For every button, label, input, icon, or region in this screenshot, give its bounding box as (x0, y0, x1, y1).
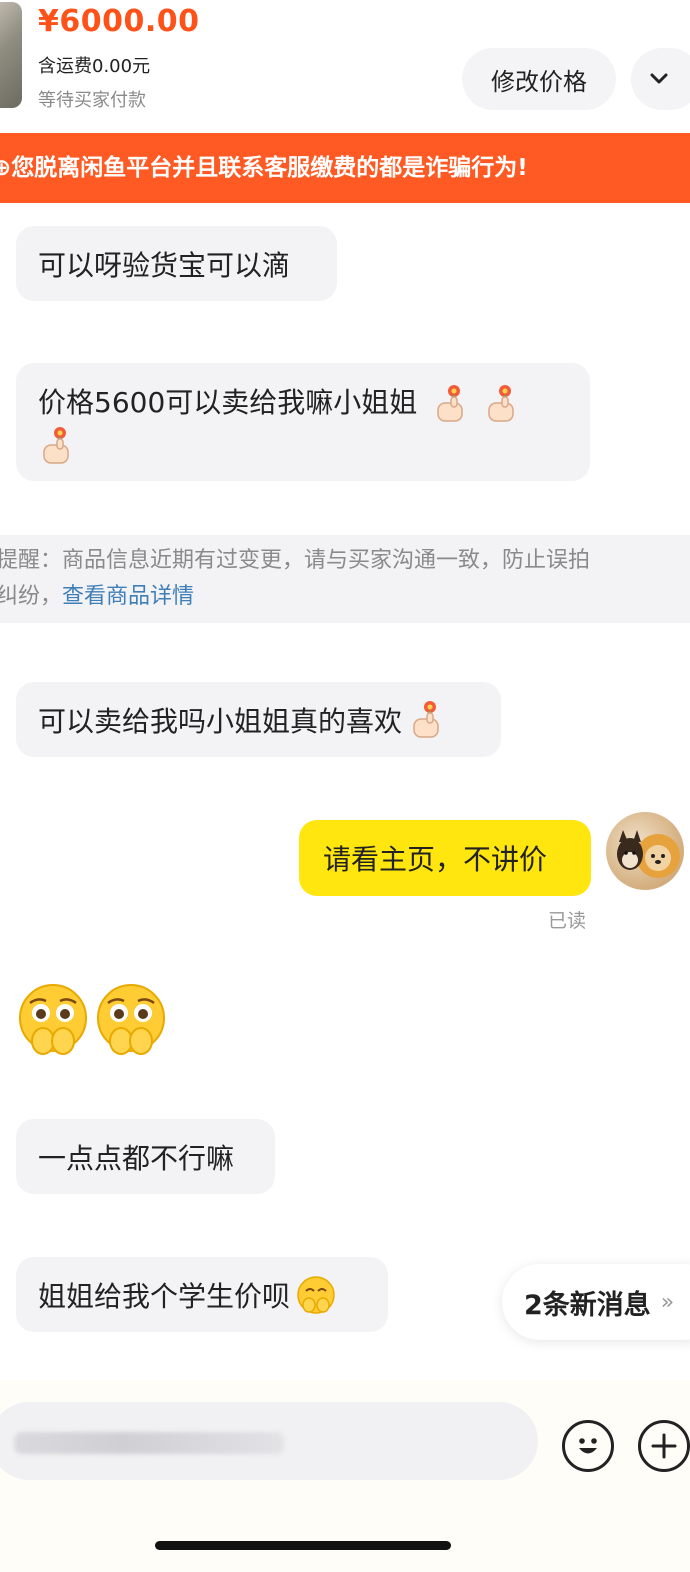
emoji-button[interactable] (562, 1420, 614, 1472)
blurred-input-text (14, 1432, 284, 1454)
product-thumbnail[interactable] (0, 2, 22, 108)
message-bubble[interactable]: 一点点都不行嘛 (16, 1119, 275, 1194)
message-text: 价格5600可以卖给我嘛小姐姐 (38, 386, 418, 419)
new-messages-button[interactable]: 2条新消息 » (502, 1264, 690, 1340)
message-bubble[interactable]: 可以卖给我吗小姐姐真的喜欢 (16, 682, 501, 757)
thumb-flower-emoji (413, 700, 439, 738)
hint-line: 纠纷，查看商品详情 (0, 579, 194, 615)
product-change-hint: 提醒：商品信息近期有过变更，请与买家沟通一致，防止误拍 纠纷，查看商品详情 (0, 535, 690, 623)
chevron-down-icon (650, 73, 668, 84)
thumb-flower-emoji (43, 427, 69, 464)
hint-text: 纠纷， (0, 584, 63, 609)
thumb-flower-emoji (488, 385, 514, 422)
fraud-warning-text: ⊕您脱离闲鱼平台并且联系客服缴费的都是诈骗行为! (0, 155, 528, 181)
double-chevron-down-icon: » (660, 1289, 675, 1315)
new-messages-label: 2条新消息 (524, 1289, 651, 1321)
plus-button[interactable] (638, 1420, 690, 1472)
smiley-icon (579, 1438, 597, 1454)
order-header: ¥6000.00 含运费0.00元 等待买家付款 修改价格 (0, 0, 690, 132)
view-product-details-link[interactable]: 查看商品详情 (62, 584, 194, 609)
modify-price-button[interactable]: 修改价格 (462, 48, 616, 110)
read-receipt: 已读 (548, 910, 587, 932)
shy-face-emoji (19, 984, 87, 1055)
message-text: 姐姐给我个学生价呗 (38, 1279, 291, 1313)
order-price: ¥6000.00 (38, 4, 200, 39)
expand-button[interactable] (631, 48, 690, 110)
message-bubble[interactable]: 可以呀验货宝可以滴 (16, 226, 337, 301)
thumb-flower-emoji (437, 385, 463, 422)
message-text: 请看主页，不讲价 (323, 843, 548, 876)
shy-face-emoji (297, 1275, 335, 1314)
message-bubble[interactable]: 姐姐给我个学生价呗 (16, 1257, 388, 1332)
home-indicator (155, 1541, 451, 1550)
fraud-warning-banner: ⊕您脱离闲鱼平台并且联系客服缴费的都是诈骗行为! (0, 133, 690, 203)
avatar[interactable] (606, 812, 684, 890)
message-text: 可以卖给我吗小姐姐真的喜欢 (38, 704, 403, 738)
message-text: 一点点都不行嘛 (38, 1141, 235, 1175)
order-status: 等待买家付款 (38, 90, 146, 111)
hint-line: 提醒：商品信息近期有过变更，请与买家沟通一致，防止误拍 (0, 548, 591, 573)
message-text: 可以呀验货宝可以滴 (38, 248, 291, 282)
shy-face-emoji (97, 984, 165, 1055)
shipping-fee: 含运费0.00元 (38, 56, 151, 77)
my-message-bubble[interactable]: 请看主页，不讲价 (299, 820, 591, 896)
message-bubble[interactable]: 价格5600可以卖给我嘛小姐姐 (16, 363, 590, 481)
dog-avatar-image (617, 830, 680, 878)
plus-icon (651, 1433, 677, 1459)
message-input[interactable] (0, 1402, 538, 1480)
